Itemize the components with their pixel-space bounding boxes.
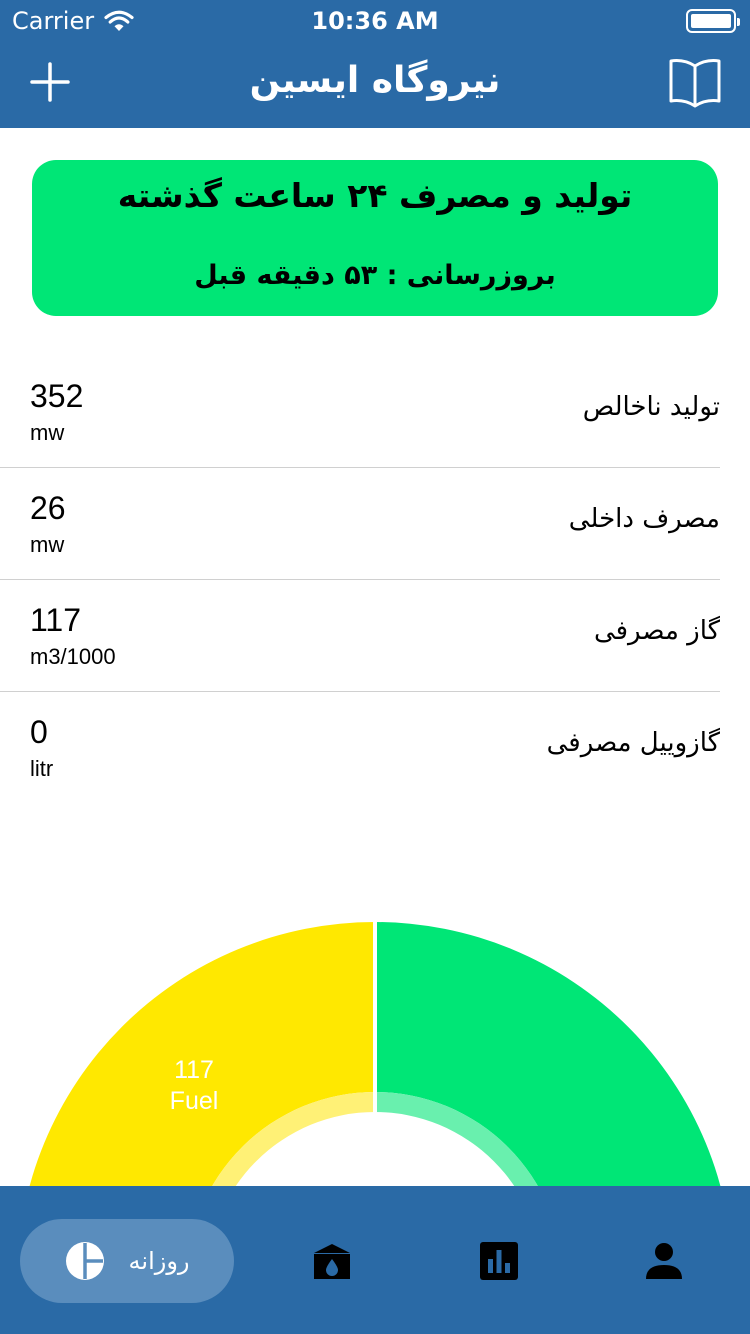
tab-bar: روزانه [0,1186,750,1334]
stat-value: 26 [30,490,66,526]
stat-unit: mw [30,532,65,557]
gauge-label-name: Fuel [170,1087,219,1115]
stat-label: گاز مصرفی [593,616,720,646]
summary-banner: تولید و مصرف ۲۴ ساعت گذشته بروزرسانی : ۵… [32,160,718,316]
stat-row-gas-consumption: 117 m3/1000 گاز مصرفی [0,580,720,692]
chart-icon [480,1242,518,1280]
stat-row-gross-production: 352 mw تولید ناخالص [0,356,720,468]
tab-plant[interactable] [310,1241,350,1281]
stat-row-diesel-consumption: 0 litr گازوییل مصرفی [0,692,720,804]
stat-label: گازوییل مصرفی [546,728,720,758]
page-title: نیروگاه ایسین [249,60,501,101]
stat-label: مصرف داخلی [568,504,720,534]
fuel-gauge: 117 Fuel [26,922,724,1200]
last-update-text: بروزرسانی : ۵۳ دقیقه قبل [194,260,556,291]
gauge-label-value: 117 [174,1056,214,1084]
daily-icon [65,1242,104,1280]
tab-profile[interactable] [644,1241,684,1281]
stat-value: 352 [30,378,84,414]
nav-bar: نیروگاه ایسین [0,40,750,128]
stat-unit: litr [30,756,54,781]
status-time: 10:36 AM [311,7,439,35]
stats-list: 352 mw تولید ناخالص 26 mw مصرف داخلی 117… [0,356,750,804]
stat-unit: mw [30,420,65,445]
header: Carrier 10:36 AM نیروگاه ایسین [0,0,750,128]
book-icon[interactable] [668,56,722,108]
plant-icon [314,1244,350,1279]
stat-value: 0 [30,714,48,750]
banner-title: تولید و مصرف ۲۴ ساعت گذشته [117,176,633,215]
tab-daily-label: روزانه [128,1247,190,1275]
status-bar: Carrier 10:36 AM [0,0,750,40]
tab-daily[interactable]: روزانه [20,1219,234,1303]
battery-icon [686,9,740,33]
tab-chart[interactable] [479,1241,519,1281]
stat-row-internal-consumption: 26 mw مصرف داخلی [0,468,720,580]
stat-unit: m3/1000 [30,644,116,669]
stat-label: تولید ناخالص [582,392,720,422]
profile-icon [646,1243,682,1279]
stat-value: 117 [30,602,82,638]
gauge-segment-other [375,922,724,1200]
